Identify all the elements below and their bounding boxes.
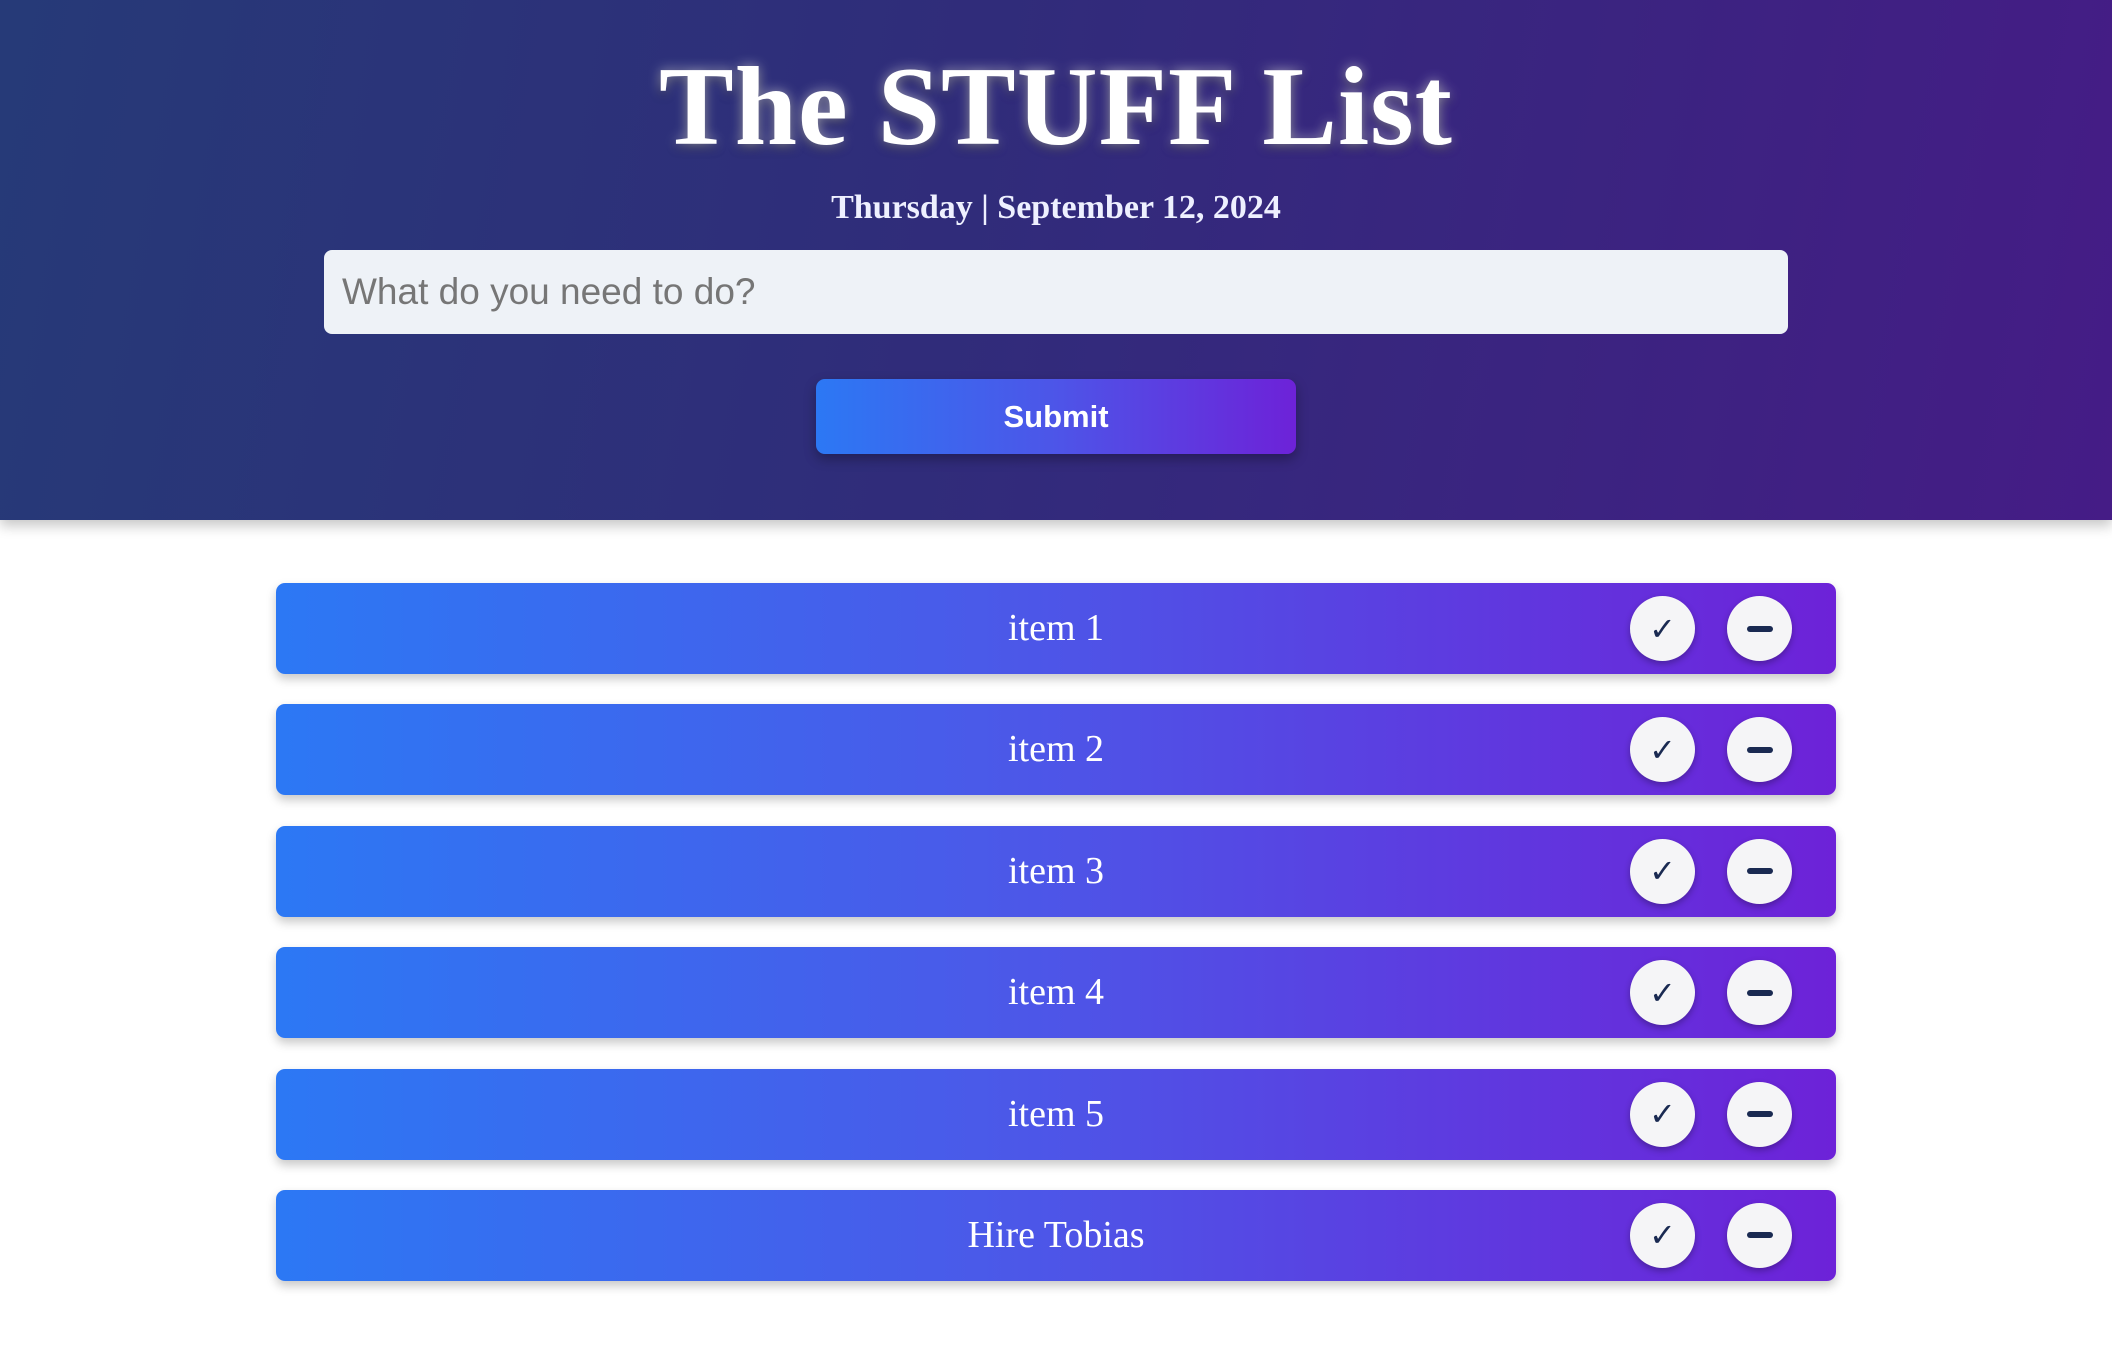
minus-icon bbox=[1746, 1111, 1773, 1118]
minus-icon bbox=[1746, 746, 1773, 753]
item-text: item 5 bbox=[1007, 1092, 1105, 1135]
item-text: item 2 bbox=[1007, 728, 1105, 771]
complete-button[interactable]: ✓ bbox=[1630, 1081, 1695, 1147]
page-title: The STUFF List bbox=[659, 45, 1453, 169]
complete-button[interactable]: ✓ bbox=[1630, 596, 1695, 661]
check-icon: ✓ bbox=[1649, 609, 1676, 648]
check-icon: ✓ bbox=[1649, 1095, 1676, 1134]
remove-button[interactable] bbox=[1727, 838, 1792, 904]
task-list: item 1 ✓ item 2 ✓ item 3 ✓ item 4 ✓ item… bbox=[276, 583, 1836, 1311]
remove-button[interactable] bbox=[1727, 1202, 1792, 1268]
complete-button[interactable]: ✓ bbox=[1630, 1202, 1695, 1268]
task-input[interactable] bbox=[324, 250, 1788, 334]
remove-button[interactable] bbox=[1727, 717, 1792, 783]
item-text: Hire Tobias bbox=[967, 1213, 1145, 1256]
check-icon: ✓ bbox=[1649, 730, 1676, 769]
list-item: item 2 ✓ bbox=[276, 704, 1836, 796]
remove-button[interactable] bbox=[1727, 596, 1792, 661]
check-icon: ✓ bbox=[1649, 852, 1676, 891]
header: The STUFF List Thursday | September 12, … bbox=[0, 0, 2112, 520]
remove-button[interactable] bbox=[1727, 1081, 1792, 1147]
check-icon: ✓ bbox=[1649, 1216, 1676, 1255]
remove-button[interactable] bbox=[1727, 960, 1792, 1026]
minus-icon bbox=[1746, 868, 1773, 875]
complete-button[interactable]: ✓ bbox=[1630, 717, 1695, 783]
item-text: item 4 bbox=[1007, 971, 1105, 1014]
date-label: Thursday | September 12, 2024 bbox=[831, 189, 1281, 226]
list-item: item 3 ✓ bbox=[276, 825, 1836, 917]
check-icon: ✓ bbox=[1649, 973, 1676, 1012]
list-item: item 4 ✓ bbox=[276, 947, 1836, 1039]
list-item: Hire Tobias ✓ bbox=[276, 1189, 1836, 1281]
list-item: item 1 ✓ bbox=[276, 583, 1836, 674]
list-item: item 5 ✓ bbox=[276, 1068, 1836, 1160]
minus-icon bbox=[1746, 989, 1773, 996]
complete-button[interactable]: ✓ bbox=[1630, 960, 1695, 1026]
item-text: item 3 bbox=[1007, 849, 1105, 892]
complete-button[interactable]: ✓ bbox=[1630, 838, 1695, 904]
minus-icon bbox=[1746, 1232, 1773, 1239]
item-text: item 1 bbox=[1007, 607, 1105, 649]
minus-icon bbox=[1746, 625, 1773, 632]
submit-button[interactable]: Submit bbox=[816, 379, 1296, 454]
